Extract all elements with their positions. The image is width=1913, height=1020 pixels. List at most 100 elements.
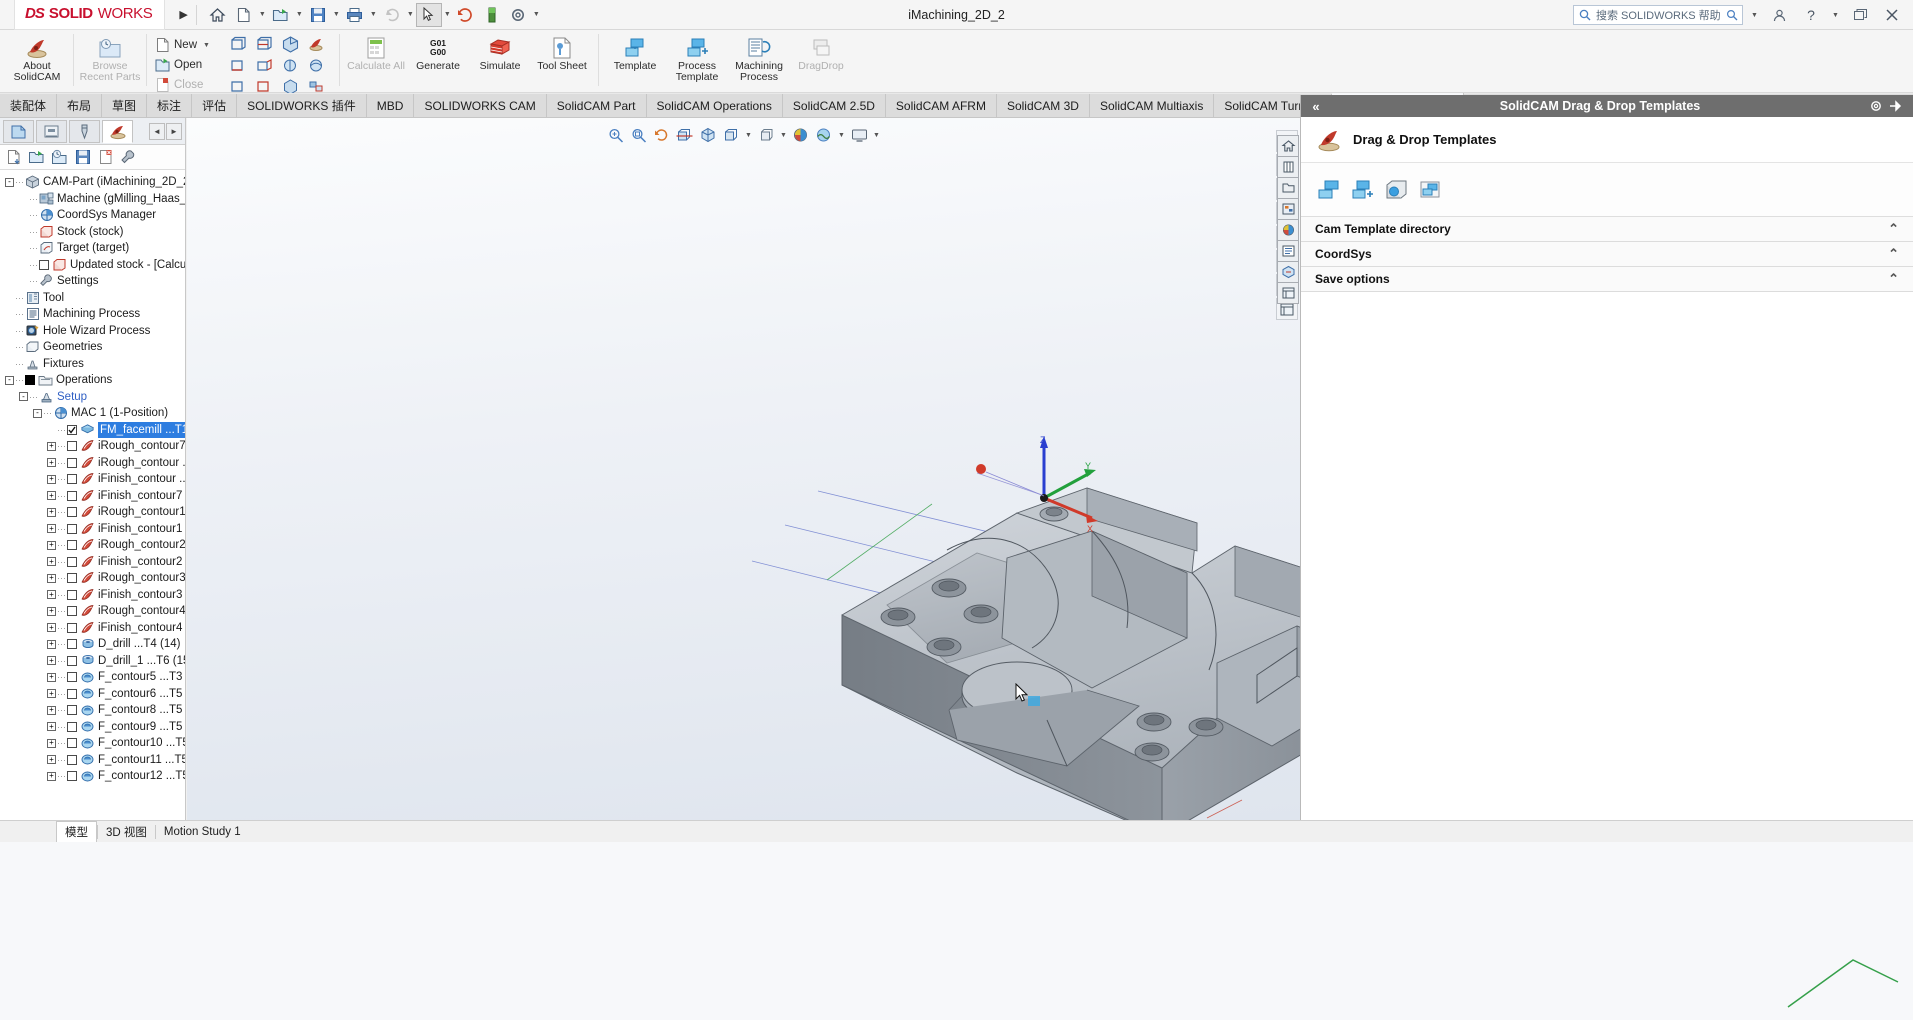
search-help-input[interactable]: 搜索 SOLIDWORKS 帮助 xyxy=(1573,5,1743,25)
pin-icon[interactable] xyxy=(1889,99,1903,113)
options-gear-icon[interactable] xyxy=(505,3,531,27)
expand-node-icon[interactable]: + xyxy=(46,491,57,500)
expand-node-icon[interactable]: + xyxy=(46,475,57,484)
tree-node-f-contour11-t5[interactable]: +⋯F_contour11 ...T5 xyxy=(4,752,185,769)
tree-node-f-contour9-t5[interactable]: +⋯F_contour9 ...T5 xyxy=(4,719,185,736)
configuration-manager-tab[interactable] xyxy=(69,120,100,143)
graphics-viewport[interactable]: ▼ ▼ ▼ ▼ xyxy=(187,118,1300,820)
operation-checkbox[interactable] xyxy=(67,656,77,666)
tab-annotation[interactable]: 标注 xyxy=(147,94,192,117)
cad-model-3d[interactable]: Z Y X Z Y X xyxy=(187,118,1300,820)
operation-checkbox[interactable] xyxy=(67,738,77,748)
options-caret-icon[interactable]: ▼ xyxy=(531,11,542,18)
render-icon[interactable] xyxy=(1277,219,1299,241)
tree-node-d-drill-1-t6-15[interactable]: +⋯D_drill_1 ...T6 (15 xyxy=(4,653,185,670)
appearances-icon[interactable] xyxy=(1277,156,1299,178)
operation-checkbox[interactable] xyxy=(67,507,77,517)
select-cursor-icon[interactable] xyxy=(416,3,442,27)
tree-node-machine-gmilling-haas-ss-3x[interactable]: ⋯Machine (gMilling_Haas_SS_3x) xyxy=(4,191,185,208)
operation-checkbox[interactable] xyxy=(67,491,77,501)
tree-node-geometries[interactable]: ⋯Geometries xyxy=(4,339,185,356)
feature-manager-tab[interactable] xyxy=(3,120,34,143)
tree-node-f-contour8-t5[interactable]: +⋯F_contour8 ...T5 xyxy=(4,702,185,719)
tree-node-f-contour5-t3[interactable]: +⋯F_contour5 ...T3 xyxy=(4,669,185,686)
tree-node-machining-process[interactable]: ⋯Machining Process xyxy=(4,306,185,323)
expand-node-icon[interactable]: + xyxy=(46,656,57,665)
template-3d-icon[interactable] xyxy=(1383,177,1411,203)
new-document-caret-icon[interactable]: ▼ xyxy=(257,11,268,18)
cam-part-icon-7[interactable] xyxy=(277,55,303,76)
open-cam-part-icon[interactable] xyxy=(27,148,46,167)
tree-node-ifinish-contour1[interactable]: +⋯iFinish_contour1 . xyxy=(4,521,185,538)
operation-checkbox[interactable] xyxy=(67,441,77,451)
template-button[interactable]: Template xyxy=(604,30,666,72)
tree-node-ifinish-contour7[interactable]: +⋯iFinish_contour7 . xyxy=(4,488,185,505)
tab-solidcam-part[interactable]: SolidCAM Part xyxy=(547,94,647,117)
tree-node-operations[interactable]: -⋯Operations xyxy=(4,372,185,389)
save-caret-icon[interactable]: ▼ xyxy=(331,11,342,18)
search-caret-icon[interactable]: ▼ xyxy=(1749,12,1760,19)
recent-cam-part-icon[interactable] xyxy=(50,148,69,167)
menu-expand-arrow-icon[interactable]: ▶ xyxy=(179,8,187,21)
expand-node-icon[interactable]: + xyxy=(46,524,57,533)
expand-node-icon[interactable]: + xyxy=(46,574,57,583)
generate-button[interactable]: G01G00 Generate xyxy=(407,30,469,72)
tab-solidworks-cam[interactable]: SOLIDWORKS CAM xyxy=(414,94,546,117)
chevron-up-icon-3[interactable]: ⌃ xyxy=(1888,271,1899,287)
cam-part-icon-4[interactable] xyxy=(303,34,329,55)
operation-checkbox[interactable] xyxy=(39,260,49,270)
tab-assembly[interactable]: 装配体 xyxy=(0,94,57,117)
calculate-all-button[interactable]: Calculate All xyxy=(345,30,407,72)
operation-checkbox[interactable] xyxy=(67,458,77,468)
tree-node-f-contour10-t5[interactable]: +⋯F_contour10 ...T5 xyxy=(4,735,185,752)
select-caret-icon[interactable]: ▼ xyxy=(442,11,453,18)
new-document-icon[interactable] xyxy=(231,3,257,27)
help-question-icon[interactable]: ? xyxy=(1798,3,1824,27)
process-template-button[interactable]: Process Template xyxy=(666,30,728,83)
expand-node-icon[interactable]: + xyxy=(46,541,57,550)
tree-node-f-contour12-t5[interactable]: +⋯F_contour12 ...T5 xyxy=(4,768,185,785)
manager-tab-prev-button[interactable]: ◄ xyxy=(149,123,165,140)
browse-recent-parts-button[interactable]: Browse Recent Parts xyxy=(79,30,141,83)
tree-node-cam-part-imachining-2d-2[interactable]: -⋯CAM-Part (iMachining_2D_2) xyxy=(4,174,185,191)
tree-node-setup[interactable]: -⋯Setup xyxy=(4,389,185,406)
help-caret-icon[interactable]: ▼ xyxy=(1830,12,1841,19)
open-menu-item[interactable]: Open xyxy=(152,55,215,75)
operation-checkbox[interactable] xyxy=(67,573,77,583)
tree-node-irough-contour[interactable]: +⋯iRough_contour .. xyxy=(4,455,185,472)
add-template-icon[interactable] xyxy=(1315,177,1343,203)
cam-part-icon-3[interactable] xyxy=(277,34,303,55)
cam-part-icon-2[interactable] xyxy=(251,34,277,55)
tab-solidcam-multiaxis[interactable]: SolidCAM Multiaxis xyxy=(1090,94,1214,117)
undo-icon[interactable] xyxy=(379,3,405,27)
collapse-node-icon[interactable]: - xyxy=(4,178,15,187)
expand-node-icon[interactable]: + xyxy=(46,442,57,451)
tab-solidcam-afrm[interactable]: SolidCAM AFRM xyxy=(886,94,997,117)
tree-node-ifinish-contour3[interactable]: +⋯iFinish_contour3 . xyxy=(4,587,185,604)
tab-solidcam-3d[interactable]: SolidCAM 3D xyxy=(997,94,1090,117)
expand-node-icon[interactable]: + xyxy=(46,739,57,748)
expand-node-icon[interactable]: + xyxy=(46,706,57,715)
expand-node-icon[interactable]: + xyxy=(46,557,57,566)
expand-node-icon[interactable]: + xyxy=(46,623,57,632)
print-icon[interactable] xyxy=(342,3,368,27)
display-manager-icon[interactable] xyxy=(1277,198,1299,220)
tree-node-irough-contour7[interactable]: +⋯iRough_contour7 xyxy=(4,438,185,455)
status-tab-model[interactable]: 模型 xyxy=(56,821,97,842)
machining-process-button[interactable]: Machining Process xyxy=(728,30,790,83)
expand-node-icon[interactable]: + xyxy=(46,689,57,698)
tree-node-hole-wizard-process[interactable]: ⋯Hole Wizard Process xyxy=(4,323,185,340)
simulate-button[interactable]: Simulate xyxy=(469,30,531,72)
settings-wrench-icon[interactable] xyxy=(119,148,138,167)
open-document-caret-icon[interactable]: ▼ xyxy=(294,11,305,18)
custom-properties-icon[interactable] xyxy=(1277,282,1299,304)
cam-part-icon-6[interactable] xyxy=(251,55,277,76)
tree-node-coordsys-manager[interactable]: ⋯CoordSys Manager xyxy=(4,207,185,224)
expand-node-icon[interactable]: + xyxy=(46,772,57,781)
dragdrop-button[interactable]: DragDrop xyxy=(790,30,852,72)
operation-checkbox[interactable] xyxy=(67,672,77,682)
expand-node-icon[interactable]: + xyxy=(46,590,57,599)
folder-icon[interactable] xyxy=(1277,177,1299,199)
solidcam-feature-tree[interactable]: -⋯CAM-Part (iMachining_2D_2)⋯Machine (gM… xyxy=(0,170,185,785)
tree-node-irough-contour3[interactable]: +⋯iRough_contour3 xyxy=(4,570,185,587)
